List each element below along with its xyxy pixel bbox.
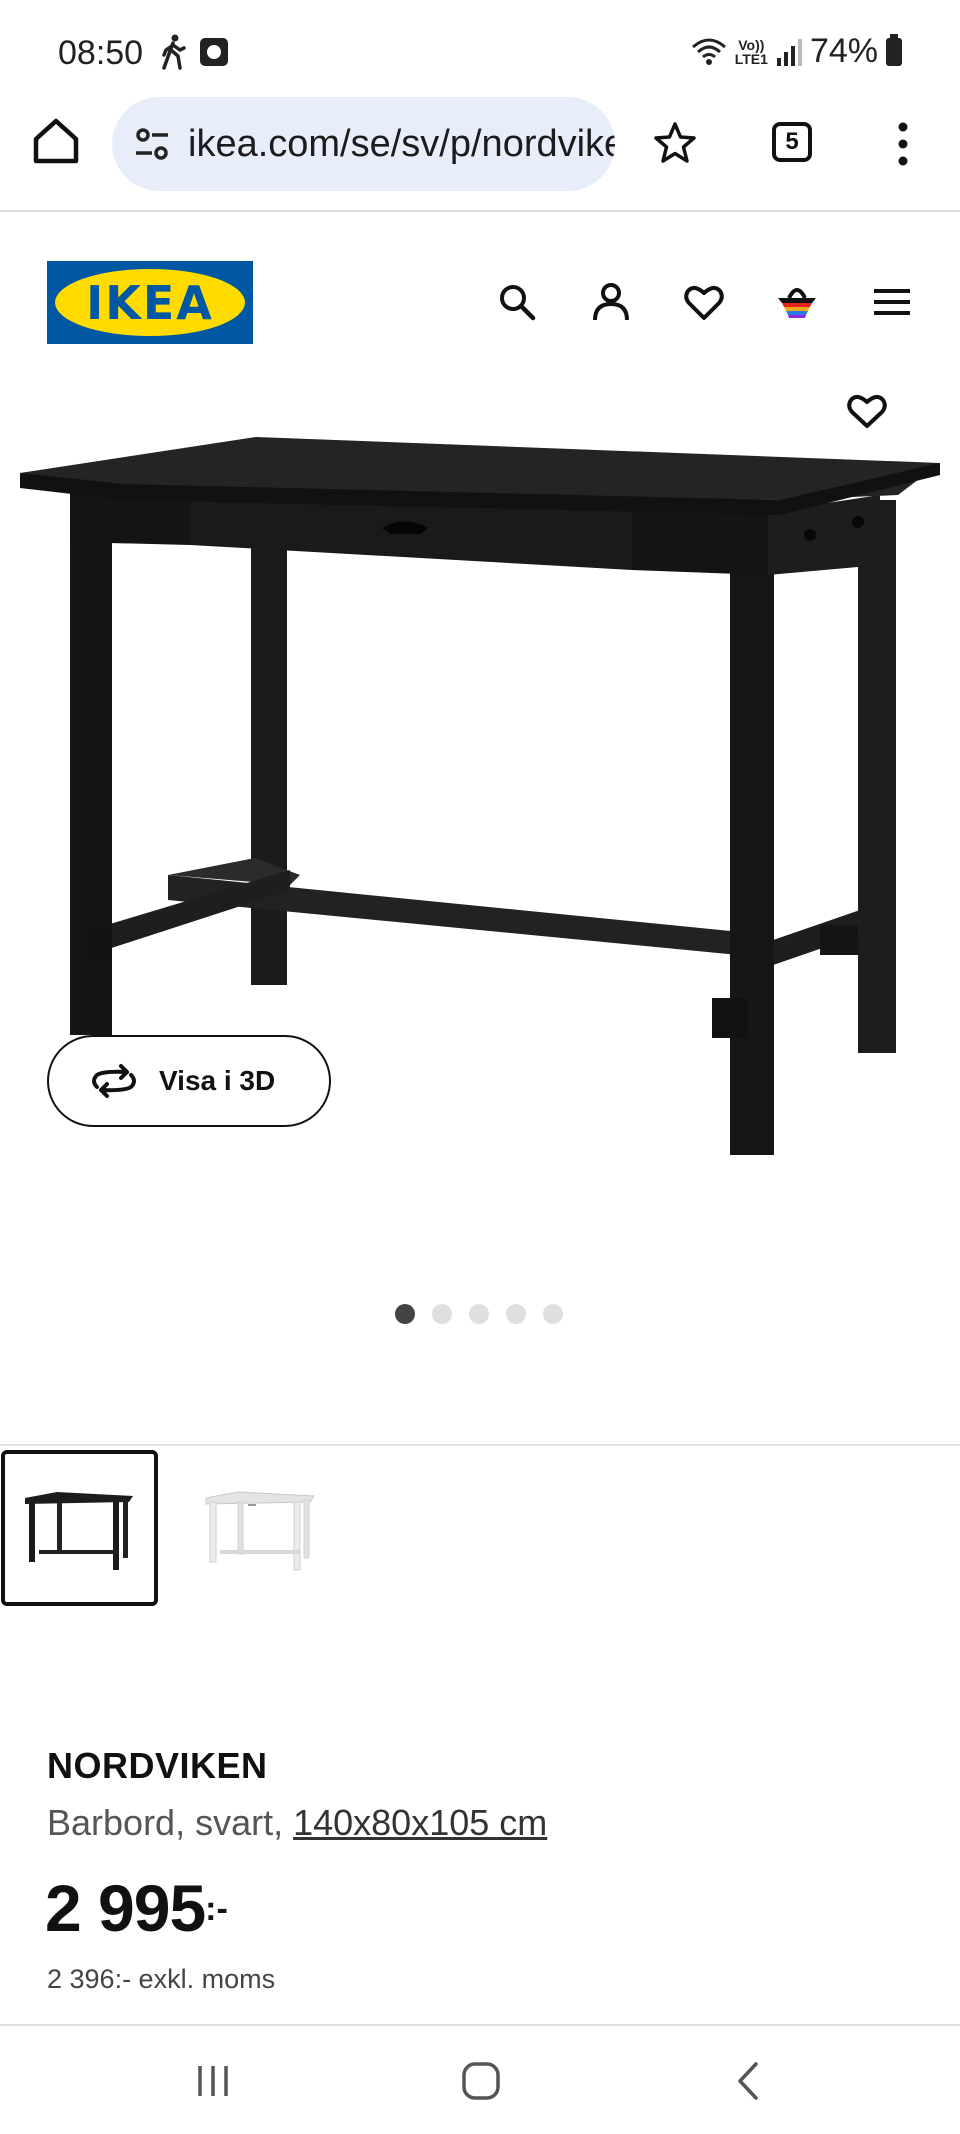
variant-thumbnail-black[interactable]: [1, 1450, 158, 1606]
recent-apps-icon[interactable]: [188, 2056, 238, 2106]
thumbnail-image: [205, 1491, 315, 1571]
network-label: Vo)) LTE1: [734, 36, 768, 67]
product-price: 2 995 :-: [45, 1870, 228, 1946]
price-suffix: :-: [205, 1890, 228, 1928]
carousel-dot[interactable]: [432, 1304, 452, 1324]
screen-record-icon: [200, 38, 228, 66]
ikea-logo[interactable]: IKEA: [47, 261, 253, 344]
battery-percent: 74%: [809, 32, 878, 70]
browser-menu-icon[interactable]: [896, 122, 910, 166]
signal-icon: [776, 38, 802, 66]
product-name: NORDVIKEN: [47, 1745, 268, 1786]
variant-thumbnail-white[interactable]: [182, 1450, 339, 1606]
product-type-text: Barbord, svart,: [47, 1802, 294, 1843]
wifi-icon: [691, 38, 726, 65]
product-dimensions-link[interactable]: 140x80x105 cm: [293, 1802, 547, 1843]
back-icon[interactable]: [724, 2056, 774, 2106]
thumbnail-image: [25, 1492, 133, 1570]
status-time: 08:50: [58, 34, 144, 72]
save-to-list-heart-icon[interactable]: [844, 388, 890, 434]
url-text[interactable]: ikea.com/se/sv/p/nordviken: [188, 123, 615, 166]
price-amount: 2 995: [45, 1871, 206, 1945]
carousel-dot[interactable]: [543, 1304, 563, 1324]
heart-icon[interactable]: [682, 280, 726, 324]
status-bar: 08:50 Vo)) LTE1 74%: [0, 0, 960, 100]
site-settings-icon[interactable]: [132, 124, 172, 164]
tab-switcher-button[interactable]: 5: [772, 122, 812, 162]
view-in-3d-button[interactable]: Visa i 3D: [47, 1035, 331, 1127]
hamburger-menu-icon[interactable]: [870, 280, 914, 324]
search-icon[interactable]: [495, 280, 539, 324]
carousel-dot[interactable]: [469, 1304, 489, 1324]
bookmark-star-icon[interactable]: [652, 120, 698, 166]
product-description: Barbord, svart, 140x80x105 cm: [47, 1802, 547, 1844]
status-right: Vo)) LTE1 74%: [691, 32, 902, 71]
carousel-dot[interactable]: [395, 1304, 415, 1324]
gallery-divider: [0, 1444, 960, 1446]
walking-icon: [162, 34, 186, 70]
carousel-dot[interactable]: [506, 1304, 526, 1324]
basket-icon[interactable]: [775, 280, 819, 324]
home-nav-icon[interactable]: [456, 2056, 506, 2106]
carousel-dots[interactable]: [395, 1304, 563, 1324]
price-excl-vat: 2 396:- exkl. moms: [47, 1964, 276, 1994]
toolbar-divider: [0, 210, 960, 212]
home-icon[interactable]: [30, 115, 82, 167]
account-icon[interactable]: [589, 280, 633, 324]
address-bar[interactable]: ikea.com/se/sv/p/nordviken: [112, 97, 615, 191]
view-in-3d-label: Visa i 3D: [159, 1065, 276, 1096]
battery-icon: [886, 33, 902, 66]
rotate-3d-icon: [92, 1064, 136, 1098]
